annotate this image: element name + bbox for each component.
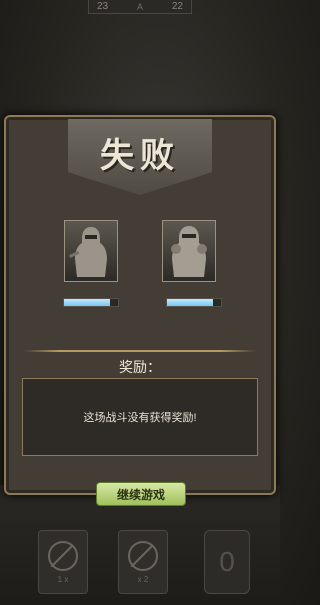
continue-button[interactable]: 继续游戏 xyxy=(96,482,186,506)
player-left-portrait xyxy=(64,220,118,282)
divider xyxy=(24,350,256,352)
score-mid: A xyxy=(136,1,143,12)
empty-slot[interactable]: 0 xyxy=(204,530,250,594)
rewards-title: 奖励： xyxy=(119,359,161,375)
health-fill xyxy=(64,299,110,306)
slot-label: 1 x xyxy=(57,574,69,584)
locked-slot-2[interactable]: x 2 xyxy=(118,530,168,594)
warrior-icon xyxy=(69,227,107,277)
score-right: 22 xyxy=(171,1,183,12)
health-fill xyxy=(167,299,213,306)
player-right-health-bar xyxy=(166,298,222,307)
rewards-box: 这场战斗没有获得奖励! xyxy=(22,378,258,456)
forbidden-icon xyxy=(48,540,78,571)
warrior-icon xyxy=(171,226,207,277)
score-left: 23 xyxy=(97,1,109,12)
locked-slot-1[interactable]: 1 x xyxy=(38,530,88,594)
defeat-title: 失败 xyxy=(100,136,180,176)
slot-label: x 2 xyxy=(137,574,149,584)
forbidden-icon xyxy=(128,540,158,571)
player-right-portrait xyxy=(162,220,216,282)
rewards-message: 这场战斗没有获得奖励! xyxy=(83,412,197,424)
player-left-health-bar xyxy=(63,298,119,307)
top-score-bar: 23 A 22 xyxy=(88,0,192,14)
